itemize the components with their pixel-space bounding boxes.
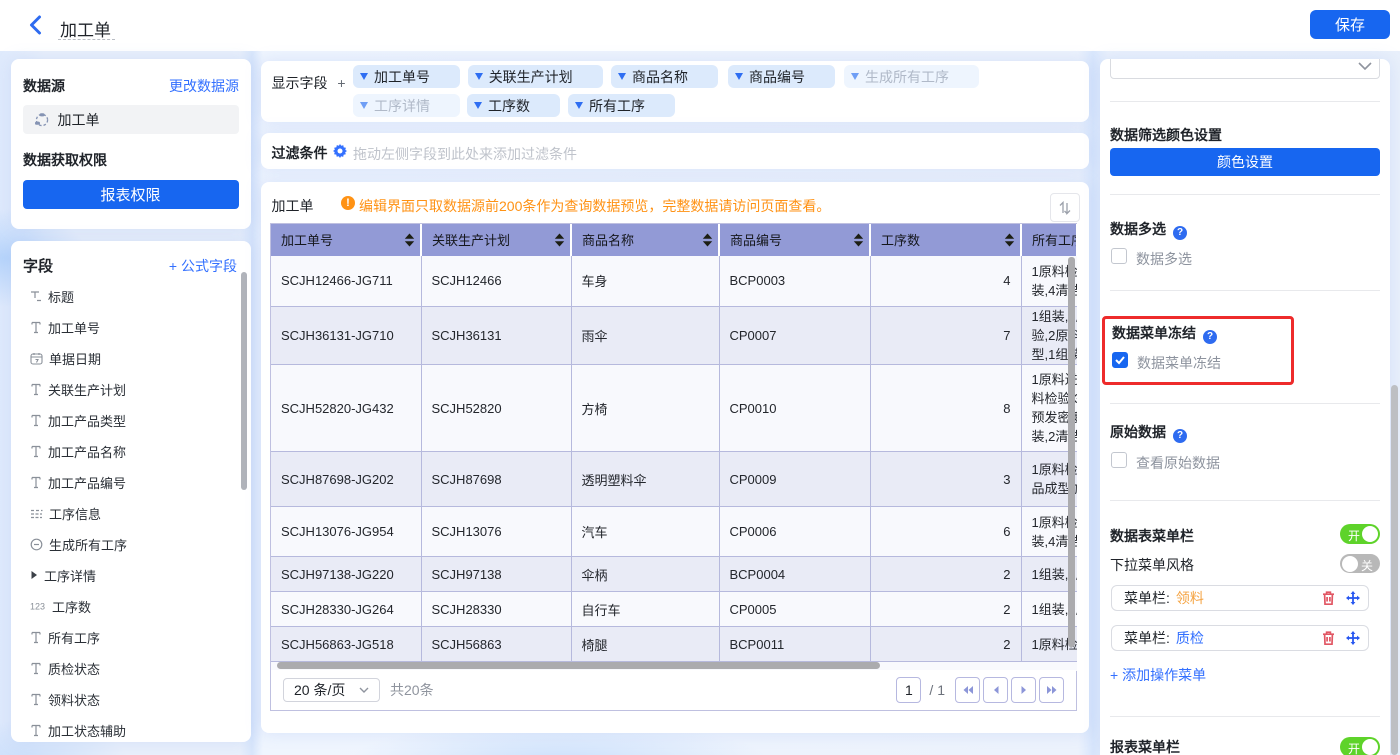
svg-text:123: 123 xyxy=(30,602,45,612)
